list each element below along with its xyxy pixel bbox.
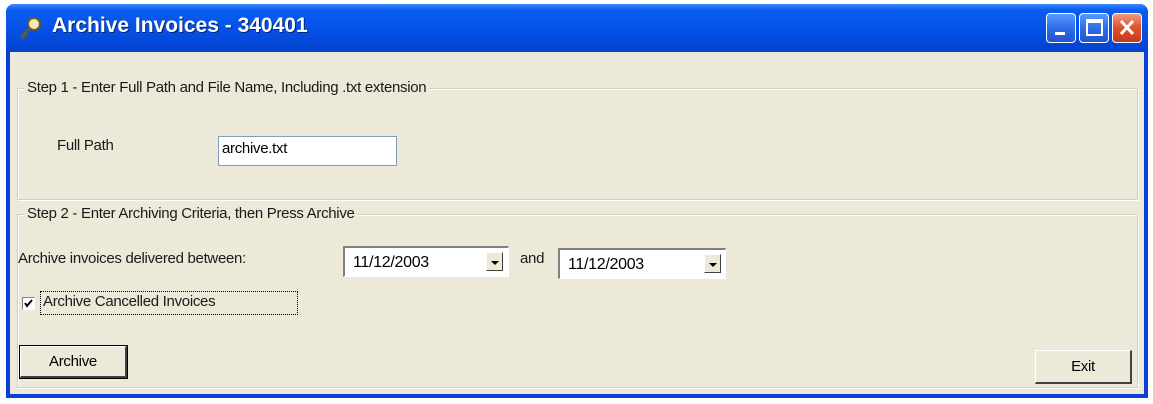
from-date-picker[interactable]: 11/12/2003 <box>343 246 509 277</box>
minimize-button[interactable] <box>1046 13 1076 43</box>
step2-legend: Step 2 - Enter Archiving Criteria, then … <box>24 205 358 222</box>
full-path-label: Full Path <box>57 137 114 154</box>
archive-button[interactable]: Archive <box>19 345 128 379</box>
and-label: and <box>520 250 545 267</box>
chevron-down-icon[interactable] <box>486 252 503 271</box>
archive-invoices-window: Archive Invoices - 340401 Step 1 - Enter… <box>6 4 1148 398</box>
to-date-value: 11/12/2003 <box>568 256 644 273</box>
dialog-client-area: Step 1 - Enter Full Path and File Name, … <box>10 52 1144 394</box>
step1-groupbox: Step 1 - Enter Full Path and File Name, … <box>17 79 1138 200</box>
magnifier-key-icon <box>19 17 41 39</box>
from-date-value: 11/12/2003 <box>353 254 429 271</box>
close-icon <box>1119 19 1135 36</box>
window-title: Archive Invoices - 340401 <box>52 14 308 37</box>
full-path-input[interactable]: archive.txt <box>218 136 397 166</box>
step2-groupbox: Step 2 - Enter Archiving Criteria, then … <box>17 205 1138 388</box>
to-date-picker[interactable]: 11/12/2003 <box>558 248 726 279</box>
step1-legend: Step 1 - Enter Full Path and File Name, … <box>24 79 430 96</box>
delivered-between-label: Archive invoices delivered between: <box>18 250 246 267</box>
maximize-button[interactable] <box>1079 13 1109 43</box>
checkmark-icon <box>24 299 33 308</box>
exit-button[interactable]: Exit <box>1035 350 1132 384</box>
archive-cancelled-label[interactable]: Archive Cancelled Invoices <box>43 293 216 310</box>
close-button[interactable] <box>1112 13 1142 43</box>
minimize-icon <box>1055 32 1065 35</box>
maximize-icon <box>1086 19 1103 36</box>
title-bar[interactable]: Archive Invoices - 340401 <box>6 4 1148 52</box>
chevron-down-icon[interactable] <box>704 254 721 273</box>
archive-cancelled-checkbox[interactable] <box>22 297 35 310</box>
